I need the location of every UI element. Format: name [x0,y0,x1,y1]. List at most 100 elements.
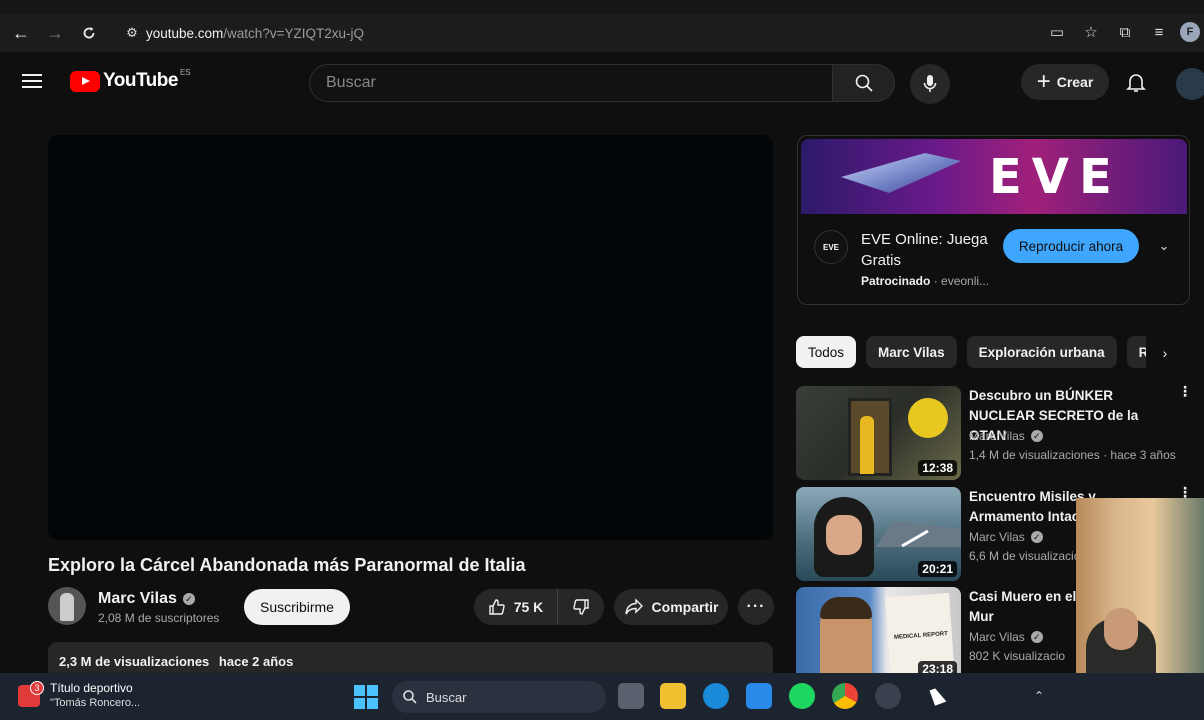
video-duration: 20:21 [918,561,957,577]
recommendation-channel: Marc Vilas ✓ [969,630,1043,644]
recommendation-stats: 1,4 M de visualizaciones · hace 3 años [969,448,1176,462]
task-view-icon[interactable] [618,683,644,709]
chevron-up-icon[interactable]: ⌃ [1030,687,1048,705]
create-label: Crear [1056,74,1094,90]
browser-tab-strip [0,0,1204,14]
recommendation-channel-name: Marc Vilas [969,530,1025,544]
video-duration: 12:38 [918,460,957,476]
recommendation-stats: 6,6 M de visualizacio [969,549,1081,563]
chip-exploracion-urbana[interactable]: Exploración urbana [966,336,1117,368]
microphone-icon [923,75,937,92]
video-thumbnail[interactable]: MEDICAL REPORT 23:18 [796,587,961,681]
taskbar-search-label: Buscar [426,689,467,705]
sponsored-ad-card[interactable]: EVE EVE EVE Online: Juega Gratis Patroci… [797,135,1190,305]
search-input[interactable]: Buscar [309,64,833,102]
voice-search-button[interactable] [910,64,950,104]
screen: ← → ⚙ youtube.com /watch?v=YZIQT2xu-jQ ▭… [0,0,1204,720]
plus-icon: + [1036,68,1051,95]
site-settings-icon[interactable]: ⚙ [118,25,146,41]
microsoft-store-icon[interactable] [746,683,772,709]
edge-browser-icon[interactable] [703,683,729,709]
recommendation-channel-name: Marc Vilas [969,630,1025,644]
subscribe-button[interactable]: Suscribirme [244,589,350,625]
recommendation-channel-name: Marc Vilas [969,429,1025,443]
news-subtitle: "Tomás Roncero... [50,697,141,709]
recommendation-channel: Marc Vilas ✓ [969,530,1043,544]
install-app-icon[interactable]: ▭ [1044,18,1070,46]
profile-avatar[interactable]: F [1180,22,1200,42]
recommendation-item[interactable]: 12:38 Descubro un BÚNKER NUCLEAR SECRETO… [796,384,1196,482]
kebab-menu-icon[interactable]: ⋮ [1178,384,1192,408]
channel-name-row[interactable]: Marc Vilas ✓ [98,590,195,608]
verified-check-icon: ✓ [1030,430,1043,442]
streamer-face-graphic [1104,608,1138,650]
video-thumbnail[interactable]: 20:21 [796,487,961,581]
chevron-right-icon[interactable]: › [1152,340,1178,366]
recommendation-channel: Marc Vilas ✓ [969,429,1043,443]
verified-check-icon: ✓ [1030,631,1043,643]
forward-icon[interactable]: → [38,16,72,50]
notifications-bell-icon[interactable] [1124,70,1150,96]
back-icon[interactable]: ← [4,16,38,50]
taskbar-search[interactable]: Buscar [392,681,606,713]
more-actions-icon[interactable]: ··· [738,589,774,625]
app-icon[interactable] [875,683,901,709]
news-widget[interactable]: 3 Título deportivo "Tomás Roncero... [18,681,218,713]
share-label: Compartir [651,599,719,615]
thumbs-down-icon [573,599,589,615]
hamburger-menu-icon[interactable] [22,70,48,96]
advertiser-logo: EVE [814,230,848,264]
filter-chips: Todos Marc Vilas Exploración urbana Re [796,336,1146,368]
channel-avatar[interactable] [48,587,86,625]
like-dislike-group: 75 K [474,589,604,625]
bookmark-star-icon[interactable]: ☆ [1078,18,1104,46]
extensions-icon[interactable]: ⧉ [1112,18,1138,46]
search-icon [403,690,417,704]
windows-taskbar: 3 Título deportivo "Tomás Roncero... Bus… [0,673,1204,720]
spaceship-graphic [841,153,961,193]
chip-truncated[interactable]: Re [1126,336,1146,368]
spotify-icon[interactable] [789,683,815,709]
chrome-icon[interactable] [832,683,858,709]
upload-age: hace 2 años [218,654,294,669]
youtube-play-icon [70,70,100,92]
ad-play-now-button[interactable]: Reproducir ahora [1003,229,1139,263]
account-avatar[interactable] [1176,68,1204,100]
view-count: 2,3 M de visualizaciones [59,654,210,669]
url-path: /watch?v=YZIQT2xu-jQ [223,25,364,41]
hair-graphic [820,597,872,619]
like-button[interactable]: 75 K [474,589,558,625]
video-thumbnail[interactable]: 12:38 [796,386,961,480]
chevron-down-icon[interactable]: ⌄ [1154,236,1174,256]
reload-icon[interactable] [72,16,106,50]
ad-banner-image[interactable]: EVE [801,139,1187,214]
share-arrow-icon [624,598,643,615]
address-bar[interactable]: ⚙ youtube.com /watch?v=YZIQT2xu-jQ [118,18,1038,48]
youtube-logo[interactable]: YouTube ES [70,67,191,92]
like-count: 75 K [513,599,544,615]
ad-meta: Patrocinado · eveonli... [861,274,989,288]
media-control-icon[interactable]: ≡ [1146,18,1172,46]
verified-check-icon: ✓ [1030,531,1043,543]
search-button[interactable] [833,64,895,102]
browser-actions: ▭ ☆ ⧉ ≡ F [1044,18,1200,46]
url-host: youtube.com [146,25,224,41]
dislike-button[interactable] [558,589,604,625]
windows-start-icon[interactable] [354,685,378,709]
recommendation-stats: 802 K visualizacio [969,649,1066,663]
country-code: ES [179,67,191,77]
browser-toolbar: ← → ⚙ youtube.com /watch?v=YZIQT2xu-jQ ▭… [0,14,1204,52]
youtube-header: YouTube ES Buscar + Crear [0,52,1204,114]
advertiser-domain: · eveonli... [933,274,990,288]
chip-todos[interactable]: Todos [796,336,857,368]
channel-name[interactable]: Marc Vilas [98,590,177,608]
face-graphic [826,515,862,555]
video-player[interactable] [48,135,773,540]
share-button[interactable]: Compartir [614,589,728,625]
chip-marc-vilas[interactable]: Marc Vilas [866,336,957,368]
notification-badge: 3 [30,681,44,695]
create-button[interactable]: + Crear [1021,64,1109,100]
file-explorer-icon[interactable] [660,683,686,709]
radiation-symbol-graphic [908,398,948,438]
person-graphic [860,416,874,474]
